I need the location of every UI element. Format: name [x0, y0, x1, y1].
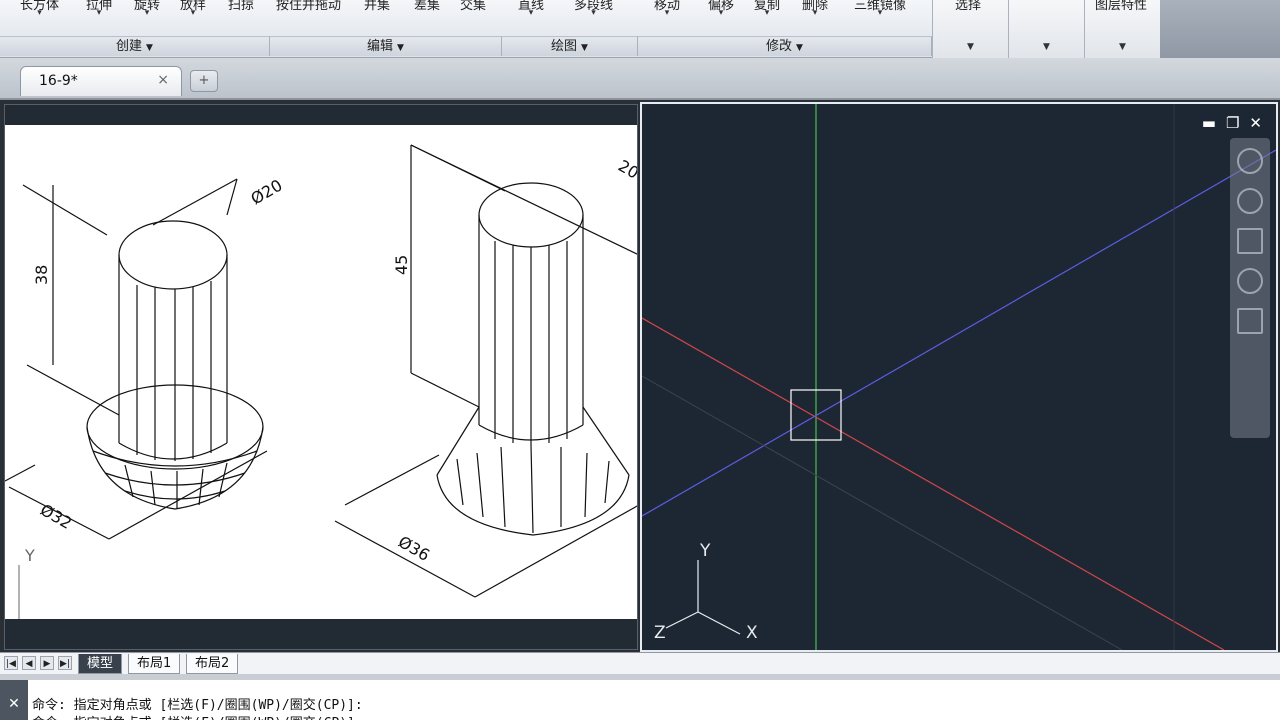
ucs-left-x-label: X — [91, 618, 102, 619]
cylinder-top-edge — [118, 220, 228, 290]
chevron-down-icon: ▼ — [796, 43, 803, 53]
document-tab[interactable]: 16-9* × — [20, 66, 182, 96]
tool-revolve[interactable]: 旋转 — [134, 0, 160, 13]
tool-intersect[interactable]: 交集 — [460, 0, 486, 13]
document-tab-strip: 16-9* × + — [0, 58, 1280, 100]
chevron-down-icon: ▼ — [1043, 42, 1050, 52]
minimize-icon[interactable]: ▬ — [1202, 114, 1216, 132]
ribbon-panel-labels: 创建 ▼ 编辑 ▼ 绘图 ▼ 修改 ▼ — [0, 36, 932, 56]
panel-draw[interactable]: 绘图 ▼ — [502, 36, 638, 56]
ucs-right-x-label: X — [746, 623, 758, 643]
tool-presspull[interactable]: 按住并拖动 — [276, 0, 341, 13]
isometric-drawing: Ø20 38 Ø32 20 45 Ø36 Y X — [5, 144, 638, 637]
close-icon[interactable]: × — [157, 72, 169, 88]
panel-create-label: 创建 — [116, 39, 143, 54]
steering-wheel-icon[interactable] — [1237, 148, 1263, 174]
z-axis-line — [642, 149, 1276, 517]
showmotion-icon[interactable] — [1237, 308, 1263, 334]
tool-extrude[interactable]: 拉伸 — [86, 0, 112, 13]
ucs-icon-left — [14, 565, 85, 636]
model-space-axes: Y X Z — [642, 104, 1276, 650]
chevron-down-icon: ▼ — [967, 42, 974, 52]
ucs-right-y-label: Y — [699, 541, 711, 561]
command-history-line: 命令: 指定对角点或 [栏选(F)/圈围(WP)/圈交(CP)]: — [32, 712, 363, 720]
panel-edit-label: 编辑 — [367, 39, 394, 54]
orbit-icon[interactable] — [1237, 188, 1263, 214]
tab-layout2[interactable]: 布局2 — [186, 654, 239, 674]
command-line[interactable]: ✕ 命令: 指定对角点或 [栏选(F)/圈围(WP)/圈交(CP)]: 命令: … — [0, 674, 1280, 720]
tab-layout1[interactable]: 布局1 — [128, 654, 181, 674]
dim-right-height: 45 — [392, 255, 411, 275]
tool-copy[interactable]: 复制 — [754, 0, 780, 13]
ucs-right-z-label: Z — [654, 623, 666, 643]
cone-cylinder-top-edge — [478, 182, 584, 248]
tool-select[interactable]: 选择 — [955, 0, 981, 13]
layout-tab-bar: |◀ ◀ ▶ ▶| 模型 布局1 布局2 — [0, 652, 1280, 674]
dim-left-diameter-top: Ø20 — [248, 176, 286, 209]
x-axis-line — [642, 317, 1225, 650]
command-history-line: 命令: 指定对角点或 [栏选(F)/圈围(WP)/圈交(CP)]: — [32, 698, 363, 713]
tool-mirror3d[interactable]: 三维镜像 — [854, 0, 906, 13]
last-layout-button[interactable]: ▶| — [58, 656, 72, 670]
pan-icon[interactable] — [1237, 228, 1263, 254]
tool-polyline[interactable]: 多段线 — [574, 0, 613, 13]
prev-layout-button[interactable]: ◀ — [22, 656, 36, 670]
grid-line — [642, 375, 1123, 650]
viewport-window-controls: ▬ ❐ ✕ — [1202, 114, 1262, 132]
panel-select[interactable]: 选择 ▼ — [932, 0, 1008, 58]
restore-icon[interactable]: ❐ — [1226, 114, 1239, 132]
dim-left-diameter-base: Ø32 — [37, 500, 75, 533]
tool-line[interactable]: 直线 — [518, 0, 544, 13]
tool-erase[interactable]: 删除 — [802, 0, 828, 13]
panel-layers[interactable]: 图层特性 ▼ — [1084, 0, 1160, 58]
panel-create[interactable]: 创建 ▼ — [0, 36, 270, 56]
tool-offset[interactable]: 偏移 — [708, 0, 734, 13]
tool-union[interactable]: 并集 — [364, 0, 390, 13]
close-icon[interactable]: ✕ — [1249, 114, 1262, 132]
panel-modify[interactable]: 修改 ▼ — [638, 36, 932, 56]
chevron-down-icon: ▼ — [397, 43, 404, 53]
cad-window: 长方体 拉伸 旋转 放样 扫掠 按住并拖动 并集 差集 交集 直线 多段线 移动… — [0, 0, 1280, 720]
command-line-close-icon[interactable]: ✕ — [0, 680, 28, 720]
ribbon: 长方体 拉伸 旋转 放样 扫掠 按住并拖动 并集 差集 交集 直线 多段线 移动… — [0, 0, 1280, 58]
panel-modify-label: 修改 — [766, 39, 793, 54]
panel-view[interactable]: ▼ — [1008, 0, 1084, 58]
tool-move[interactable]: 移动 — [654, 0, 680, 13]
tool-sweep[interactable]: 扫掠 — [228, 0, 254, 13]
first-layout-button[interactable]: |◀ — [4, 656, 18, 670]
zoom-extents-icon[interactable] — [1237, 268, 1263, 294]
reference-drawing: Ø20 38 Ø32 20 45 Ø36 Y X — [5, 125, 638, 637]
tool-loft[interactable]: 放样 — [180, 0, 206, 13]
next-layout-button[interactable]: ▶ — [40, 656, 54, 670]
panel-edit[interactable]: 编辑 ▼ — [270, 36, 502, 56]
ucs-icon-right — [665, 560, 741, 635]
dim-right-diameter-top: 20 — [615, 156, 638, 183]
viewport-left[interactable]: Ø20 38 Ø32 20 45 Ø36 Y X — [4, 104, 638, 650]
navigation-bar — [1230, 138, 1270, 438]
ucs-left-y-label: Y — [24, 546, 35, 565]
chevron-down-icon: ▼ — [1119, 42, 1126, 52]
chevron-down-icon: ▼ — [146, 43, 153, 53]
chevron-down-icon: ▼ — [581, 43, 588, 53]
tool-layer-properties[interactable]: 图层特性 — [1095, 0, 1147, 13]
panel-draw-label: 绘图 — [551, 39, 578, 54]
dim-left-height: 38 — [32, 265, 51, 285]
tool-box[interactable]: 长方体 — [20, 0, 59, 13]
new-tab-button[interactable]: + — [190, 70, 218, 92]
tab-model[interactable]: 模型 — [78, 654, 123, 674]
ribbon-empty-area — [1160, 0, 1280, 58]
tool-subtract[interactable]: 差集 — [414, 0, 440, 13]
document-tab-label: 16-9* — [39, 73, 78, 89]
dim-right-diameter-base: Ø36 — [395, 532, 433, 565]
viewport-right-3d[interactable]: Y X Z ▬ ❐ ✕ — [640, 102, 1278, 652]
drawing-area: Ø20 38 Ø32 20 45 Ø36 Y X — [0, 100, 1280, 652]
